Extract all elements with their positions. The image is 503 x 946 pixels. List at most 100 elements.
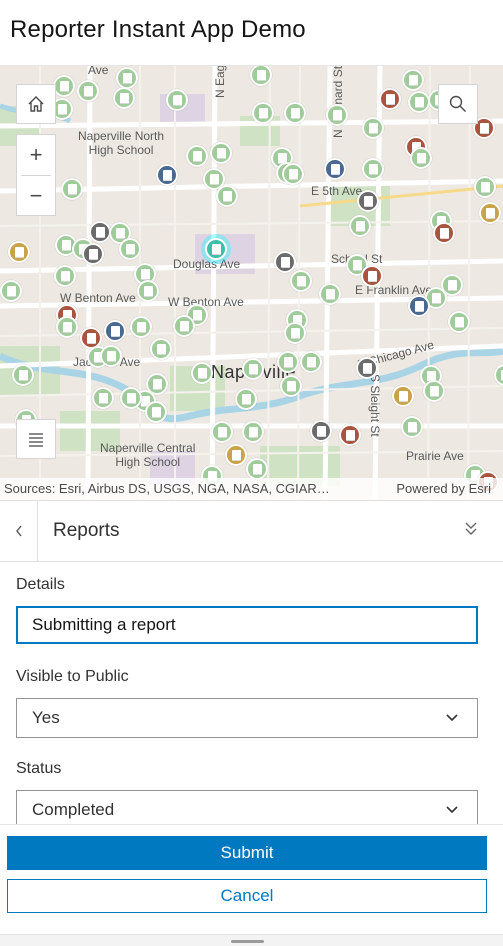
report-pin[interactable] <box>150 338 172 360</box>
map-view[interactable]: Naperville North High School Naperville … <box>0 66 503 500</box>
details-input[interactable]: Submitting a report <box>16 606 478 644</box>
visible-to-public-select[interactable]: Yes <box>16 698 478 738</box>
report-pin[interactable] <box>402 69 424 91</box>
report-pin[interactable] <box>191 362 213 384</box>
report-pin[interactable] <box>120 387 142 409</box>
report-pin[interactable] <box>145 401 167 423</box>
report-pin[interactable] <box>274 251 296 273</box>
report-pin[interactable] <box>210 142 232 164</box>
report-pin[interactable] <box>53 75 75 97</box>
report-pin[interactable] <box>166 89 188 111</box>
report-pin[interactable] <box>82 243 104 265</box>
report-pin[interactable] <box>357 190 379 212</box>
report-pin[interactable] <box>216 185 238 207</box>
report-pin[interactable] <box>310 420 332 442</box>
cancel-button[interactable]: Cancel <box>7 879 487 913</box>
report-pin-selected[interactable] <box>205 238 227 260</box>
report-pin[interactable] <box>433 222 455 244</box>
report-pin[interactable] <box>356 357 378 379</box>
report-pin[interactable] <box>408 91 430 113</box>
report-pin[interactable] <box>116 67 138 89</box>
map-label-5th-ave: E 5th Ave <box>311 184 363 198</box>
drag-handle[interactable] <box>231 940 264 943</box>
details-label: Details <box>16 576 65 593</box>
report-pin[interactable] <box>290 270 312 292</box>
report-pin[interactable] <box>392 385 414 407</box>
report-pin[interactable] <box>156 164 178 186</box>
home-button[interactable] <box>16 84 56 124</box>
report-pin[interactable] <box>104 320 126 342</box>
chevrons-down-icon <box>465 522 477 535</box>
report-pin[interactable] <box>0 280 22 302</box>
report-pin[interactable] <box>362 117 384 139</box>
report-pin[interactable] <box>448 311 470 333</box>
report-pin[interactable] <box>246 458 268 480</box>
report-pin[interactable] <box>324 158 346 180</box>
report-pin[interactable] <box>423 380 445 402</box>
report-pin[interactable] <box>252 102 274 124</box>
report-pin[interactable] <box>408 295 430 317</box>
report-pin[interactable] <box>474 176 496 198</box>
powered-by-esri[interactable]: Powered by Esri <box>396 478 491 500</box>
zoom-in-button[interactable]: + <box>17 135 55 175</box>
report-pin[interactable] <box>211 421 233 443</box>
report-pin[interactable] <box>479 202 501 224</box>
list-icon <box>29 433 43 447</box>
report-pin[interactable] <box>225 444 247 466</box>
map-attribution[interactable]: Sources: Esri, Airbus DS, USGS, NGA, NAS… <box>0 478 503 500</box>
map-label-central-high-school: Naperville Central High School <box>100 441 196 469</box>
back-button[interactable] <box>0 501 38 561</box>
report-pin[interactable] <box>235 388 257 410</box>
report-pin[interactable] <box>362 158 384 180</box>
report-pin[interactable] <box>410 147 432 169</box>
report-pin[interactable] <box>242 421 264 443</box>
report-pin[interactable] <box>282 163 304 185</box>
report-pin[interactable] <box>119 238 141 260</box>
panel-title: Reports <box>53 520 120 541</box>
map-label-brainard-st: N Brainard St <box>331 66 345 138</box>
report-pin[interactable] <box>12 364 34 386</box>
report-pin[interactable] <box>77 80 99 102</box>
report-pin[interactable] <box>319 283 341 305</box>
status-value: Completed <box>32 800 115 819</box>
chevron-down-icon <box>445 699 459 751</box>
report-pin[interactable] <box>277 351 299 373</box>
report-pin[interactable] <box>137 280 159 302</box>
panel-header: Reports <box>0 500 503 562</box>
report-pin[interactable] <box>56 316 78 338</box>
report-pin[interactable] <box>401 416 423 438</box>
report-pin[interactable] <box>113 87 135 109</box>
report-pin[interactable] <box>8 241 30 263</box>
app-title: Reporter Instant App Demo <box>10 16 306 43</box>
visible-to-public-value: Yes <box>32 708 60 727</box>
report-pin[interactable] <box>61 178 83 200</box>
map-label-prairie-ave: Prairie Ave <box>406 449 464 463</box>
report-pin[interactable] <box>100 345 122 367</box>
report-pin[interactable] <box>339 424 361 446</box>
bottom-sheet-strip <box>0 934 503 946</box>
report-pin[interactable] <box>349 215 371 237</box>
submit-button[interactable]: Submit <box>7 836 487 870</box>
report-pin[interactable] <box>54 265 76 287</box>
report-pin[interactable] <box>186 145 208 167</box>
report-pin[interactable] <box>361 265 383 287</box>
legend-button[interactable] <box>16 419 56 459</box>
report-pin[interactable] <box>89 221 111 243</box>
search-button[interactable] <box>438 84 478 124</box>
report-pin[interactable] <box>173 315 195 337</box>
report-pin[interactable] <box>284 102 306 124</box>
map-label-benton-ave: W Benton Ave <box>168 295 244 309</box>
search-icon <box>449 95 466 112</box>
report-pin[interactable] <box>284 322 306 344</box>
report-pin[interactable] <box>130 316 152 338</box>
report-pin[interactable] <box>242 358 264 380</box>
zoom-out-button[interactable]: − <box>17 176 55 216</box>
report-pin[interactable] <box>326 104 348 126</box>
collapse-button[interactable] <box>463 520 483 542</box>
report-pin[interactable] <box>300 351 322 373</box>
status-select[interactable]: Completed <box>16 790 478 824</box>
report-pin[interactable] <box>379 88 401 110</box>
report-pin[interactable] <box>280 375 302 397</box>
report-form: Details Submitting a report Visible to P… <box>0 562 503 824</box>
report-pin[interactable] <box>92 387 114 409</box>
